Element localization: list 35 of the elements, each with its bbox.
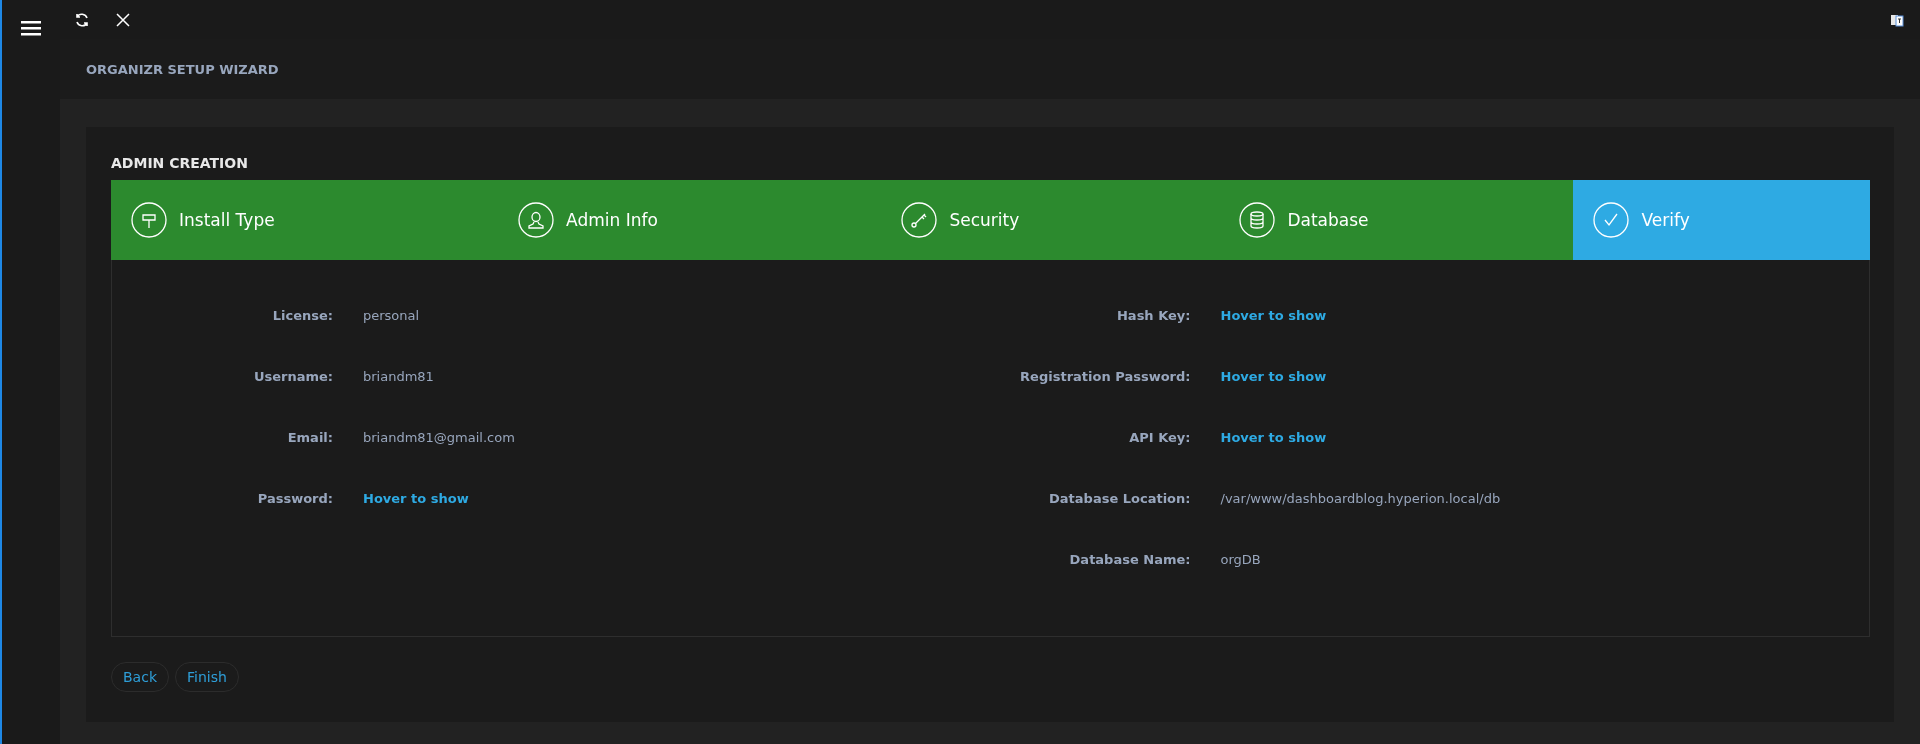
field-label: Email: <box>286 430 333 445</box>
wizard-step[interactable]: Admin Info <box>498 180 882 260</box>
menu-icon[interactable] <box>21 20 41 36</box>
field-value: /var/www/dashboardblog.hyperion.local/db <box>1220 491 1501 506</box>
check-icon <box>1593 202 1630 238</box>
signpost-icon <box>131 202 167 238</box>
field-value: personal <box>363 308 420 323</box>
field-label: Database Location: <box>1048 491 1191 506</box>
wizard-step[interactable]: Database <box>1219 180 1574 260</box>
field-label: Database Name: <box>1068 552 1191 567</box>
field-label: Hash Key: <box>1116 308 1191 323</box>
wizard-step[interactable]: Security <box>881 180 1220 260</box>
user-icon <box>518 202 555 238</box>
field-value: orgDB <box>1220 552 1261 567</box>
database-icon <box>1239 202 1276 238</box>
hover-to-show-link[interactable]: Hover to show <box>363 491 469 506</box>
section-title: ADMIN CREATION <box>111 155 249 171</box>
page-title: ORGANIZR SETUP WIZARD <box>86 61 279 77</box>
hover-to-show-link[interactable]: Hover to show <box>1220 430 1327 445</box>
field-value: briandm81 <box>363 369 434 384</box>
field-value: briandm81@gmail.com <box>363 430 515 445</box>
field-label: Username: <box>252 369 333 384</box>
refresh-icon[interactable] <box>74 11 90 28</box>
field-label: Password: <box>256 491 333 506</box>
hover-to-show-link[interactable]: Hover to show <box>1220 369 1327 384</box>
translate-icon[interactable] <box>1890 12 1904 27</box>
field-label: API Key: <box>1128 430 1191 445</box>
back-button[interactable]: Back <box>111 662 169 692</box>
key-icon <box>901 202 938 238</box>
finish-button[interactable]: Finish <box>175 662 239 692</box>
close-icon[interactable] <box>116 12 130 27</box>
field-label: Registration Password: <box>1019 369 1191 384</box>
field-label: License: <box>271 308 333 323</box>
wizard-step[interactable]: Install Type <box>111 180 499 260</box>
hover-to-show-link[interactable]: Hover to show <box>1220 308 1327 323</box>
